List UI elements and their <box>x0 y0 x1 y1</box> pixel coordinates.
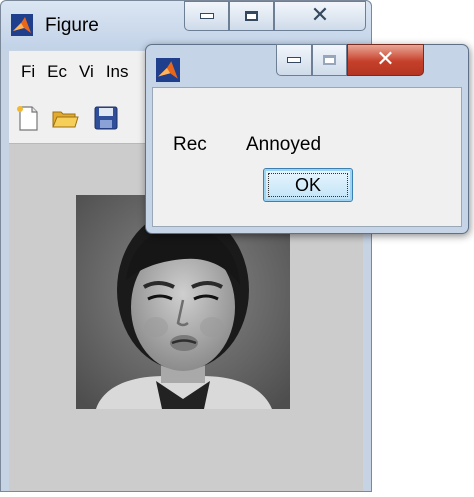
dialog-caption-buttons: ✕ <box>276 44 424 76</box>
minimize-icon <box>199 13 214 19</box>
result-value: Annoyed <box>246 134 322 155</box>
dialog-minimize-button[interactable] <box>276 44 312 76</box>
figure-titlebar[interactable]: Figure ✕ <box>1 1 371 49</box>
ok-button[interactable]: OK <box>263 168 353 202</box>
matlab-logo-icon <box>11 14 33 36</box>
figure-maximize-button[interactable] <box>229 1 274 31</box>
result-label: Rec <box>173 134 207 155</box>
maximize-icon <box>245 11 258 21</box>
menu-edit[interactable]: Ec <box>47 62 67 82</box>
dialog-close-button[interactable]: ✕ <box>347 44 424 76</box>
menu-view[interactable]: Vi <box>79 62 94 82</box>
maximize-icon <box>323 55 336 65</box>
figure-title: Figure <box>45 15 99 36</box>
menu-file[interactable]: Fi <box>21 62 35 82</box>
dialog-maximize-button <box>312 44 347 76</box>
figure-caption-buttons: ✕ <box>184 1 366 33</box>
minimize-icon <box>287 57 301 63</box>
close-icon: ✕ <box>376 47 395 72</box>
close-icon: ✕ <box>310 3 330 28</box>
message-dialog: ✕ Rec Annoyed OK <box>145 44 469 234</box>
figure-minimize-button[interactable] <box>184 1 229 31</box>
dialog-client-area: Rec Annoyed OK <box>152 87 462 227</box>
focus-rectangle <box>268 173 348 197</box>
matlab-logo-icon <box>156 58 180 82</box>
new-file-icon[interactable] <box>13 103 43 133</box>
figure-close-button[interactable]: ✕ <box>274 1 366 31</box>
save-icon[interactable] <box>91 103 121 133</box>
open-folder-icon[interactable] <box>50 103 80 133</box>
menu-insert[interactable]: Ins <box>106 62 129 82</box>
